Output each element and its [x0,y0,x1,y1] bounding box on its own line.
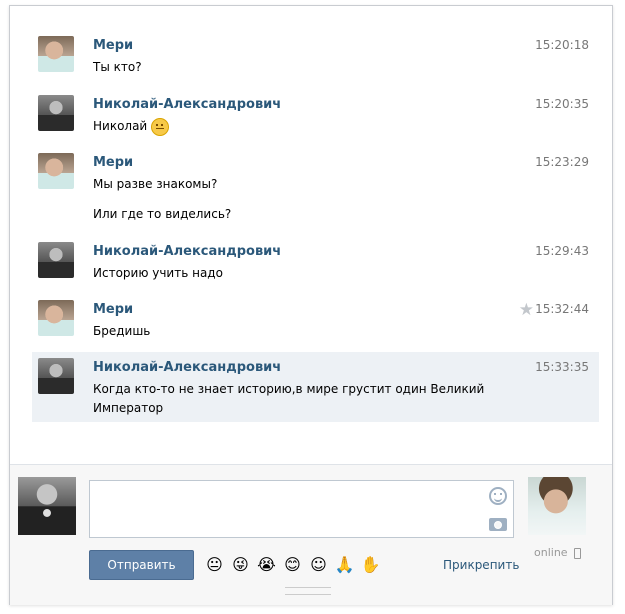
message-author[interactable]: Николай-Александрович [93,360,281,375]
resize-grip[interactable] [285,587,331,595]
message-item[interactable]: Николай-Александрович 15:29:43 Историю у… [32,236,599,284]
message-time[interactable]: 15:23:29 [535,155,589,169]
message-time[interactable]: 15:33:35 [535,360,589,374]
avatar[interactable] [38,358,74,394]
message-composer: Отправить 😐 😜 😭 😊 ☺ 🙏 ✋ Прикрепить onlin… [10,464,612,605]
interlocutor-avatar[interactable] [528,477,586,535]
mobile-phone-icon [574,547,582,559]
message-text-row: Николай [93,117,170,136]
message-item-highlighted[interactable]: Николай-Александрович 15:33:35 Когда кто… [32,352,599,422]
send-button[interactable]: Отправить [89,550,194,580]
message-item[interactable]: Мери 15:20:18 Ты кто? [32,30,599,78]
neutral-face-icon [151,117,170,136]
message-author[interactable]: Николай-Александрович [93,97,281,112]
message-text: Бредишь [93,324,151,338]
blushing-emoji-icon[interactable]: ☺ [308,554,329,575]
message-text: Мы разве знакомы? [93,177,218,191]
camera-icon[interactable] [489,518,507,531]
message-text: Николай [93,119,148,133]
my-avatar[interactable] [18,477,76,535]
online-status: online [534,546,582,559]
message-text: Когда кто-то не знает историю,в мире гру… [93,382,485,396]
neutral-face-emoji-icon[interactable]: 😐 [204,554,225,575]
avatar[interactable] [38,300,74,336]
message-time[interactable]: 15:29:43 [535,244,589,258]
smile-icon[interactable] [489,487,507,505]
message-item[interactable]: Мери 15:23:29 Мы разве знакомы? Или где … [32,147,599,227]
star-icon[interactable]: ★ [519,300,534,320]
message-time[interactable]: 15:32:44 [535,302,589,316]
praying-hands-emoji-icon[interactable]: 🙏 [334,554,355,575]
avatar[interactable] [38,36,74,72]
online-status-text: online [534,546,568,559]
crying-emoji-icon[interactable]: 😭 [256,554,277,575]
message-text: Или где то виделись? [93,207,232,221]
avatar[interactable] [38,242,74,278]
message-author[interactable]: Мери [93,38,133,53]
smiling-emoji-icon[interactable]: 😊 [282,554,303,575]
message-item[interactable]: Мери ★ 15:32:44 Бредишь [32,294,599,342]
message-author[interactable]: Мери [93,302,133,317]
message-time[interactable]: 15:20:35 [535,97,589,111]
attach-link[interactable]: Прикрепить [443,558,519,572]
message-text: Историю учить надо [93,266,223,280]
message-input[interactable] [89,480,514,538]
message-item[interactable]: Николай-Александрович 15:20:35 Николай [32,89,599,137]
message-text: Ты кто? [93,60,142,74]
winking-tongue-emoji-icon[interactable]: 😜 [230,554,251,575]
message-time[interactable]: 15:20:18 [535,38,589,52]
quick-emoji-bar: 😐 😜 😭 😊 ☺ 🙏 ✋ [204,554,381,575]
message-text: Император [93,401,164,415]
dialog-window: Мери 15:20:18 Ты кто? Николай-Александро… [9,5,613,605]
message-author[interactable]: Николай-Александрович [93,244,281,259]
message-author[interactable]: Мери [93,155,133,170]
avatar[interactable] [38,95,74,131]
raised-hand-emoji-icon[interactable]: ✋ [360,554,381,575]
avatar[interactable] [38,153,74,189]
